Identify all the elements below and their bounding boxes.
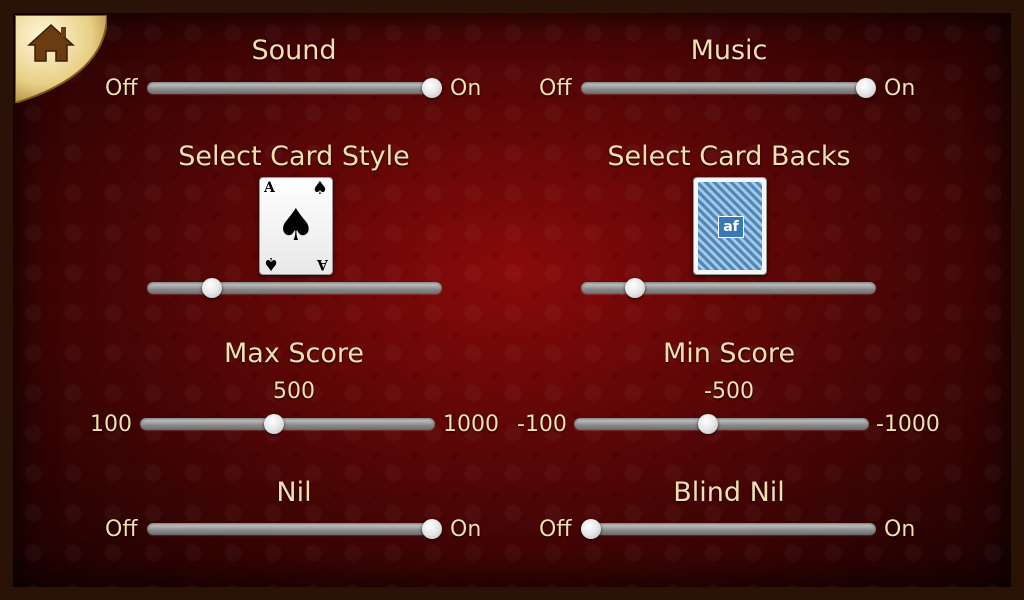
card-back-preview[interactable]: af: [693, 177, 767, 275]
music-title: Music: [690, 35, 768, 66]
min-score-slider[interactable]: [574, 414, 869, 434]
sound-slider[interactable]: [147, 78, 442, 98]
min-score-min-label: -100: [517, 412, 567, 437]
blind-nil-on-label: On: [884, 517, 916, 542]
card-style-slider-thumb[interactable]: [202, 278, 222, 298]
music-off-label: Off: [539, 76, 572, 101]
sound-off-label: Off: [105, 76, 138, 101]
sound-on-label: On: [450, 76, 482, 101]
min-score-max-label: -1000: [876, 412, 940, 437]
card-backs-slider[interactable]: [581, 278, 876, 298]
blind-nil-title: Blind Nil: [673, 477, 785, 508]
card-rank-bottom: A: [317, 256, 328, 272]
sound-title: Sound: [251, 35, 337, 66]
card-style-title: Select Card Style: [178, 141, 410, 172]
home-button[interactable]: [14, 14, 109, 105]
sound-slider-thumb[interactable]: [422, 78, 442, 98]
spade-small-icon: ♠: [311, 178, 328, 199]
card-rank-top: A: [264, 180, 275, 196]
nil-title: Nil: [276, 477, 312, 508]
card-style-slider[interactable]: [147, 278, 442, 298]
card-back-logo: af: [718, 216, 744, 238]
nil-slider-thumb[interactable]: [422, 519, 442, 539]
max-score-min-label: 100: [90, 412, 132, 437]
max-score-slider[interactable]: [140, 414, 435, 434]
music-on-label: On: [884, 76, 916, 101]
blind-nil-off-label: Off: [539, 517, 572, 542]
blind-nil-slider-thumb[interactable]: [581, 519, 601, 539]
home-icon: [14, 14, 109, 105]
blind-nil-slider[interactable]: [581, 519, 876, 539]
card-style-preview[interactable]: A ♠ ♠ ♠ A: [259, 177, 333, 275]
spade-large-icon: ♠: [276, 200, 316, 251]
card-backs-title: Select Card Backs: [607, 141, 851, 172]
nil-on-label: On: [450, 517, 482, 542]
nil-off-label: Off: [105, 517, 138, 542]
music-slider-thumb[interactable]: [856, 78, 876, 98]
max-score-value: 500: [273, 379, 315, 404]
nil-slider[interactable]: [147, 519, 442, 539]
min-score-title: Min Score: [662, 338, 796, 369]
settings-board: [13, 13, 1011, 587]
max-score-slider-thumb[interactable]: [263, 414, 284, 434]
min-score-value: -500: [704, 379, 754, 404]
max-score-title: Max Score: [223, 338, 365, 369]
spade-small-bottom-icon: ♠: [263, 253, 280, 274]
max-score-max-label: 1000: [443, 412, 499, 437]
card-backs-slider-thumb[interactable]: [625, 278, 645, 298]
music-slider[interactable]: [581, 78, 876, 98]
min-score-slider-thumb[interactable]: [697, 414, 718, 434]
